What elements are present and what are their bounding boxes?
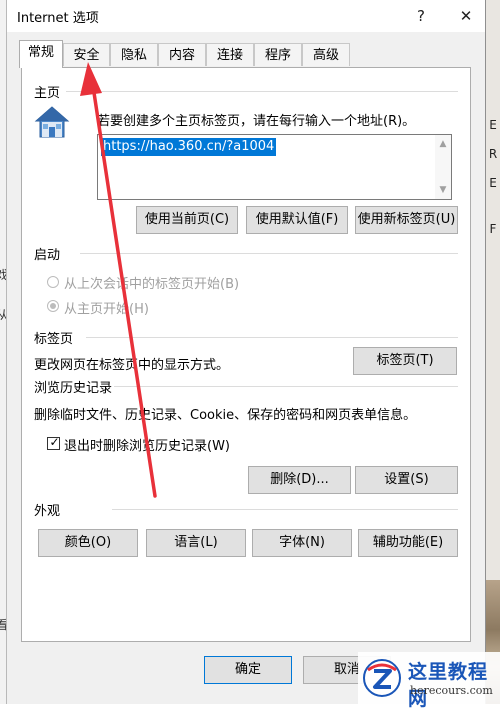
radio-start-homepage[interactable]: [47, 300, 59, 312]
homepage-section-label: 主页: [34, 86, 61, 101]
background-text: E: [489, 176, 497, 190]
radio-start-last-session-label: 从上次会话中的标签页开始(B): [64, 277, 240, 292]
home-icon: [34, 106, 70, 138]
chevron-down-icon[interactable]: ▼: [435, 185, 451, 195]
ok-button[interactable]: 确定: [204, 656, 292, 684]
divider: [80, 253, 458, 254]
tabs-description: 更改网页在标签页中的显示方式。: [34, 358, 230, 373]
checkmark-icon: ✓: [49, 435, 60, 449]
textarea-scrollbar[interactable]: ▲ ▼: [435, 135, 451, 199]
tab-privacy[interactable]: 隐私: [110, 43, 158, 66]
radio-start-homepage-label: 从主页开始(H): [64, 302, 149, 317]
delete-history-button[interactable]: 删除(D)...: [248, 466, 351, 494]
use-current-button[interactable]: 使用当前页(C): [136, 206, 238, 234]
tab-programs[interactable]: 程序: [254, 43, 302, 66]
languages-button[interactable]: 语言(L): [146, 529, 246, 557]
background-text: F: [489, 222, 497, 236]
colors-button[interactable]: 颜色(O): [38, 529, 138, 557]
divider: [114, 386, 458, 387]
homepage-url-selected-text: https://hao.360.cn/?a1004: [101, 138, 277, 156]
homepage-instruction: 若要创建多个主页标签页，请在每行输入一个地址(R)。: [97, 114, 416, 129]
history-section-label: 浏览历史记录: [34, 381, 113, 396]
dialog-title: Internet 选项: [17, 11, 99, 26]
startup-section-label: 启动: [34, 248, 61, 263]
chevron-up-icon[interactable]: ▲: [435, 139, 451, 149]
watermark: 这里教程网 herecours.com: [358, 652, 500, 710]
delete-history-on-exit-label: 退出时删除浏览历史记录(W): [64, 439, 230, 454]
divider: [112, 509, 458, 510]
history-settings-button[interactable]: 设置(S): [355, 466, 458, 494]
history-description: 删除临时文件、历史记录、Cookie、保存的密码和网页表单信息。: [34, 408, 417, 423]
appearance-section-label: 外观: [34, 504, 61, 519]
divider: [66, 91, 458, 92]
fonts-button[interactable]: 字体(N): [252, 529, 352, 557]
tabs-settings-button[interactable]: 标签页(T): [353, 347, 457, 375]
delete-history-on-exit-checkbox[interactable]: ✓: [47, 435, 60, 450]
tabs-section-label: 标签页: [34, 332, 74, 347]
tab-content[interactable]: 内容: [158, 43, 206, 66]
use-new-tab-button[interactable]: 使用新标签页(U): [355, 206, 458, 234]
help-button[interactable]: ?: [403, 4, 439, 28]
background-text: E: [489, 118, 497, 132]
radio-start-last-session[interactable]: [47, 276, 59, 288]
tab-general[interactable]: 常规: [19, 40, 63, 68]
background-window-right: E R E F: [486, 0, 500, 704]
watermark-url: herecours.com: [410, 684, 493, 697]
tab-connections[interactable]: 连接: [206, 43, 254, 66]
close-button[interactable]: ✕: [448, 4, 484, 28]
accessibility-button[interactable]: 辅助功能(E): [358, 529, 458, 557]
tab-advanced[interactable]: 高级: [302, 43, 350, 66]
background-text: R: [488, 147, 498, 161]
title-bar: Internet 选项 ? ✕: [7, 0, 485, 32]
use-default-button[interactable]: 使用默认值(F): [246, 206, 348, 234]
divider: [86, 337, 458, 338]
tab-security[interactable]: 安全: [63, 43, 110, 66]
watermark-logo-icon: [363, 659, 401, 697]
homepage-url-input[interactable]: https://hao.360.cn/?a1004 ▲ ▼: [97, 134, 452, 200]
